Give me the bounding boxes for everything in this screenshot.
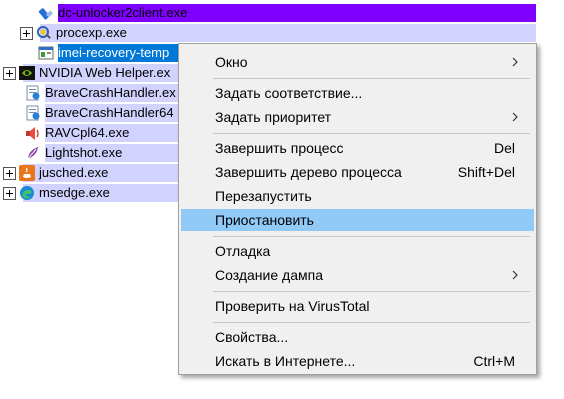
process-name: procexp.exe	[56, 25, 127, 40]
process-name: BraveCrashHandler64	[45, 105, 174, 120]
menu-separator	[213, 78, 530, 79]
menu-item-check-virustotal[interactable]: Проверить на VirusTotal	[181, 295, 534, 317]
process-name: NVIDIA Web Helper.ex	[39, 65, 171, 80]
lightshot-feather-icon	[27, 147, 38, 160]
speaker-icon	[26, 127, 39, 140]
menu-item-label: Искать в Интернете...	[215, 353, 356, 369]
process-explorer-icon	[37, 26, 51, 39]
menu-item-debug[interactable]: Отладка	[181, 240, 534, 262]
menu-item-shortcut: Del	[493, 140, 515, 156]
edge-icon	[20, 186, 34, 200]
process-name: jusched.exe	[39, 165, 109, 180]
menu-item-label: Проверить на VirusTotal	[215, 298, 370, 314]
process-name: BraveCrashHandler.ex	[45, 85, 176, 100]
menu-item-label: Завершить процесс	[215, 140, 344, 156]
menu-separator	[213, 291, 530, 292]
menu-item-label: Перезапустить	[215, 188, 312, 204]
submenu-arrow-icon	[512, 270, 518, 280]
menu-item-kill-process[interactable]: Завершить процесс Del	[181, 137, 534, 159]
menu-item-shortcut: Ctrl+M	[473, 353, 515, 369]
process-name: msedge.exe	[39, 185, 110, 200]
context-menu: Окно Задать соответствие... Задать приор…	[178, 43, 537, 375]
brave-crash-icon	[26, 85, 40, 101]
menu-separator	[213, 133, 530, 134]
menu-item-label: Задать приоритет	[215, 109, 332, 125]
menu-item-create-dump[interactable]: Создание дампа	[181, 264, 534, 286]
menu-item-label: Окно	[215, 54, 248, 70]
process-row[interactable]: procexp.exe	[20, 23, 564, 43]
expand-toggle-icon[interactable]	[20, 26, 33, 40]
menu-item-label: Задать соответствие...	[215, 85, 363, 101]
expand-toggle-icon[interactable]	[3, 186, 16, 200]
menu-separator	[213, 322, 530, 323]
menu-item-kill-process-tree[interactable]: Завершить дерево процесса Shift+Del	[181, 161, 534, 183]
menu-item-label: Отладка	[215, 243, 271, 259]
menu-item-label: Свойства...	[215, 329, 289, 345]
usb-drive-icon	[38, 8, 54, 20]
menu-item-properties[interactable]: Свойства...	[181, 326, 534, 348]
submenu-arrow-icon	[512, 112, 518, 122]
java-icon	[19, 165, 35, 181]
process-name: RAVCpl64.exe	[45, 125, 130, 140]
process-name: imei-recovery-temp	[58, 45, 170, 60]
menu-item-label: Завершить дерево процесса	[215, 164, 402, 180]
menu-item-window[interactable]: Окно	[181, 51, 534, 73]
menu-item-label: Приостановить	[215, 212, 314, 228]
menu-item-shortcut: Shift+Del	[457, 164, 515, 180]
process-name: dc-unlocker2client.exe	[58, 5, 188, 20]
menu-item-set-affinity[interactable]: Задать соответствие...	[181, 82, 534, 104]
menu-item-set-priority[interactable]: Задать приоритет	[181, 106, 534, 128]
brave-crash-icon	[26, 105, 40, 121]
expand-toggle-icon[interactable]	[3, 166, 16, 180]
nvidia-icon	[19, 66, 35, 80]
menu-item-suspend[interactable]: Приостановить	[181, 209, 534, 231]
menu-item-restart[interactable]: Перезапустить	[181, 185, 534, 207]
menu-item-label: Создание дампа	[215, 267, 323, 283]
process-row[interactable]: dc-unlocker2client.exe	[38, 3, 564, 23]
submenu-arrow-icon	[512, 57, 518, 67]
process-name: Lightshot.exe	[45, 145, 123, 160]
menu-separator	[213, 236, 530, 237]
menu-item-search-online[interactable]: Искать в Интернете... Ctrl+M	[181, 350, 534, 372]
expand-toggle-icon[interactable]	[3, 66, 16, 80]
generic-exe-icon	[38, 46, 54, 60]
